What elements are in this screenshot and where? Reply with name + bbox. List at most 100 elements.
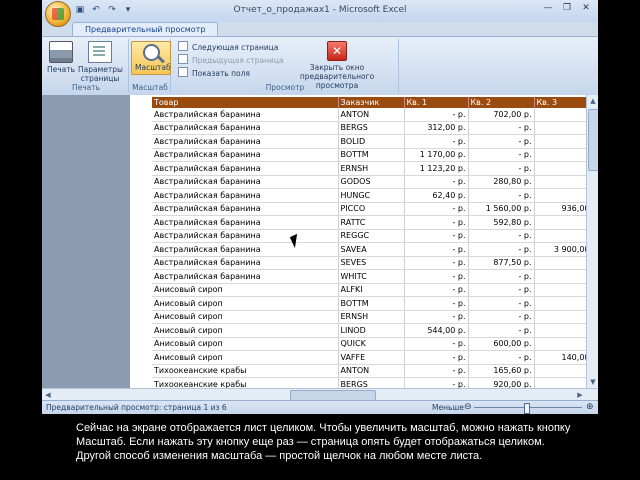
cell-customer: WHITC <box>338 269 405 284</box>
excel-window: ▣ ↶ ↷ ▾ Отчет_о_продажах1 - Microsoft Ex… <box>42 0 598 414</box>
cell-customer: RATTC <box>338 215 405 230</box>
cell-q1: - р. <box>404 229 469 243</box>
previous-page-label: Предыдущая страница <box>192 56 284 65</box>
cell-product: Австралийская баранина <box>152 121 339 135</box>
cell-product: Австралийская баранина <box>152 188 339 203</box>
minimize-icon[interactable]: — <box>540 2 556 15</box>
cell-q1: - р. <box>404 377 469 388</box>
zoom-slider[interactable] <box>474 403 582 414</box>
cell-customer: ALFKI <box>338 283 405 297</box>
cell-q2: - р. <box>468 242 535 257</box>
table-row: Австралийская баранинаWHITC- р.- р.- <box>152 269 586 284</box>
cell-q2: 1 560,00 р. <box>468 202 535 216</box>
group-print-label: Печать <box>71 83 101 92</box>
cell-q2: 280,80 р. <box>468 175 535 189</box>
cell-q1: - р. <box>404 242 469 257</box>
office-button[interactable] <box>45 1 71 27</box>
cell-q1: 1 123,20 р. <box>404 161 469 176</box>
cell-q1: - р. <box>404 215 469 230</box>
cell-q2: - р. <box>468 121 535 135</box>
cell-customer: BOTTM <box>338 296 405 311</box>
title-bar: ▣ ↶ ↷ ▾ Отчет_о_продажах1 - Microsoft Ex… <box>42 0 598 27</box>
cell-q3: - <box>534 121 586 135</box>
cell-q2: - р. <box>468 323 535 338</box>
preview-page[interactable]: Товар Заказчик Кв. 1 Кв. 2 Кв. 3 Австрал… <box>130 95 586 388</box>
zoom-slider-knob[interactable] <box>524 403 530 414</box>
cell-product: Австралийская баранина <box>152 175 339 189</box>
zoom-plus-icon[interactable]: ⊕ <box>586 402 594 412</box>
cell-customer: VAFFE <box>338 350 405 365</box>
table-row: Австралийская баранинаREGGC- р.- р.- <box>152 229 586 243</box>
cell-customer: QUICK <box>338 337 405 351</box>
table-row: Анисовый сиропVAFFE- р.- р.140,00 <box>152 350 586 365</box>
window-title: Отчет_о_продажах1 - Microsoft Excel <box>233 5 407 15</box>
close-icon[interactable]: ✕ <box>578 2 594 15</box>
next-page-label: Следующая страница <box>192 43 279 52</box>
cell-q1: - р. <box>404 283 469 297</box>
cell-q3: - <box>534 323 586 338</box>
magnifier-icon <box>142 44 160 61</box>
print-button[interactable]: Печать <box>46 41 76 74</box>
cell-product: Австралийская баранина <box>152 134 339 149</box>
cell-customer: BOLID <box>338 134 405 149</box>
checkbox-icon <box>178 67 188 77</box>
cell-product: Австралийская баранина <box>152 161 339 176</box>
cell-q2: - р. <box>468 229 535 243</box>
page-setup-icon <box>88 41 112 63</box>
cell-product: Австралийская баранина <box>152 202 339 216</box>
cell-product: Тихоокеанские крабы <box>152 364 339 378</box>
tab-print-preview[interactable]: Предварительный просмотр <box>72 22 219 37</box>
vertical-scroll-thumb[interactable] <box>588 109 598 171</box>
cell-q3: - <box>534 215 586 230</box>
table-row: Австралийская баранина GODOS - р. 280,80 р.… <box>152 175 586 189</box>
print-button-label: Печать <box>46 65 76 74</box>
cell-product: Анисовый сироп <box>152 283 339 297</box>
cell-customer: LINOD <box>338 323 405 338</box>
cell-q3: - <box>534 148 586 162</box>
cell-customer: ANTON <box>338 364 405 378</box>
next-page-button[interactable]: Следующая страница <box>178 41 278 53</box>
cell-q1: - р. <box>404 256 469 270</box>
close-preview-icon: ✕ <box>327 41 347 61</box>
ribbon: Печать Параметры страницы Печать Масштаб… <box>42 36 598 96</box>
vertical-scrollbar[interactable]: ▲ ▼ <box>586 95 598 388</box>
cell-q3: - <box>534 296 586 311</box>
cell-q2: - р. <box>468 283 535 297</box>
cell-q2: - р. <box>468 350 535 365</box>
page-setup-button[interactable]: Параметры страницы <box>78 41 123 83</box>
scroll-up-icon[interactable]: ▲ <box>587 95 598 107</box>
cell-product: Анисовый сироп <box>152 337 339 351</box>
cell-q2: 165,60 р. <box>468 364 535 378</box>
table-row: Анисовый сиропBOTTM- р.- р.- <box>152 296 586 311</box>
cell-q1: - р. <box>404 108 469 122</box>
cell-q1: - р. <box>404 364 469 378</box>
zoom-button[interactable]: Масштаб <box>131 41 171 75</box>
cell-product: Анисовый сироп <box>152 296 339 311</box>
zoom-minus-icon[interactable]: ⊖ <box>464 402 472 412</box>
table-row: Австралийская баранина BOTTM 1 170,00 р. - … <box>152 148 586 162</box>
table-row: Анисовый сиропQUICK- р.600,00 р.- <box>152 337 586 351</box>
cell-customer: GODOS <box>338 175 405 189</box>
cell-customer: HUNGC <box>338 188 405 203</box>
restore-icon[interactable]: ❐ <box>559 2 575 15</box>
group-preview-label: Просмотр <box>265 83 305 92</box>
show-margins-checkbox[interactable]: Показать поля <box>178 67 250 79</box>
cell-q2: 920,00 р. <box>468 377 535 388</box>
header-q1: Кв. 1 <box>404 97 469 108</box>
printer-icon <box>49 41 73 63</box>
table-row: Австралийская баранина BERGS 312,00 р. - р.… <box>152 121 586 135</box>
window-controls: — ❐ ✕ <box>540 2 594 15</box>
cell-q3: - <box>534 175 586 189</box>
table-row: Тихоокеанские крабыBERGS- р.920,00 р.- <box>152 377 586 388</box>
previous-page-button[interactable]: Предыдущая страница <box>178 54 284 66</box>
cell-q2: - р. <box>468 161 535 176</box>
preview-area[interactable]: Товар Заказчик Кв. 1 Кв. 2 Кв. 3 Австрал… <box>42 95 586 388</box>
cell-product: Австралийская баранина <box>152 242 339 257</box>
header-product: Товар <box>152 97 339 108</box>
cell-q3: - <box>534 377 586 388</box>
cell-q3: - <box>534 161 586 176</box>
ribbon-tab-row: Предварительный просмотр <box>42 22 598 37</box>
scroll-down-icon[interactable]: ▼ <box>587 376 598 388</box>
zoom-out-label[interactable]: Меньше <box>432 403 464 412</box>
table-row: Австралийская баранина SAVEA - р. - р. 3 900… <box>152 242 586 257</box>
